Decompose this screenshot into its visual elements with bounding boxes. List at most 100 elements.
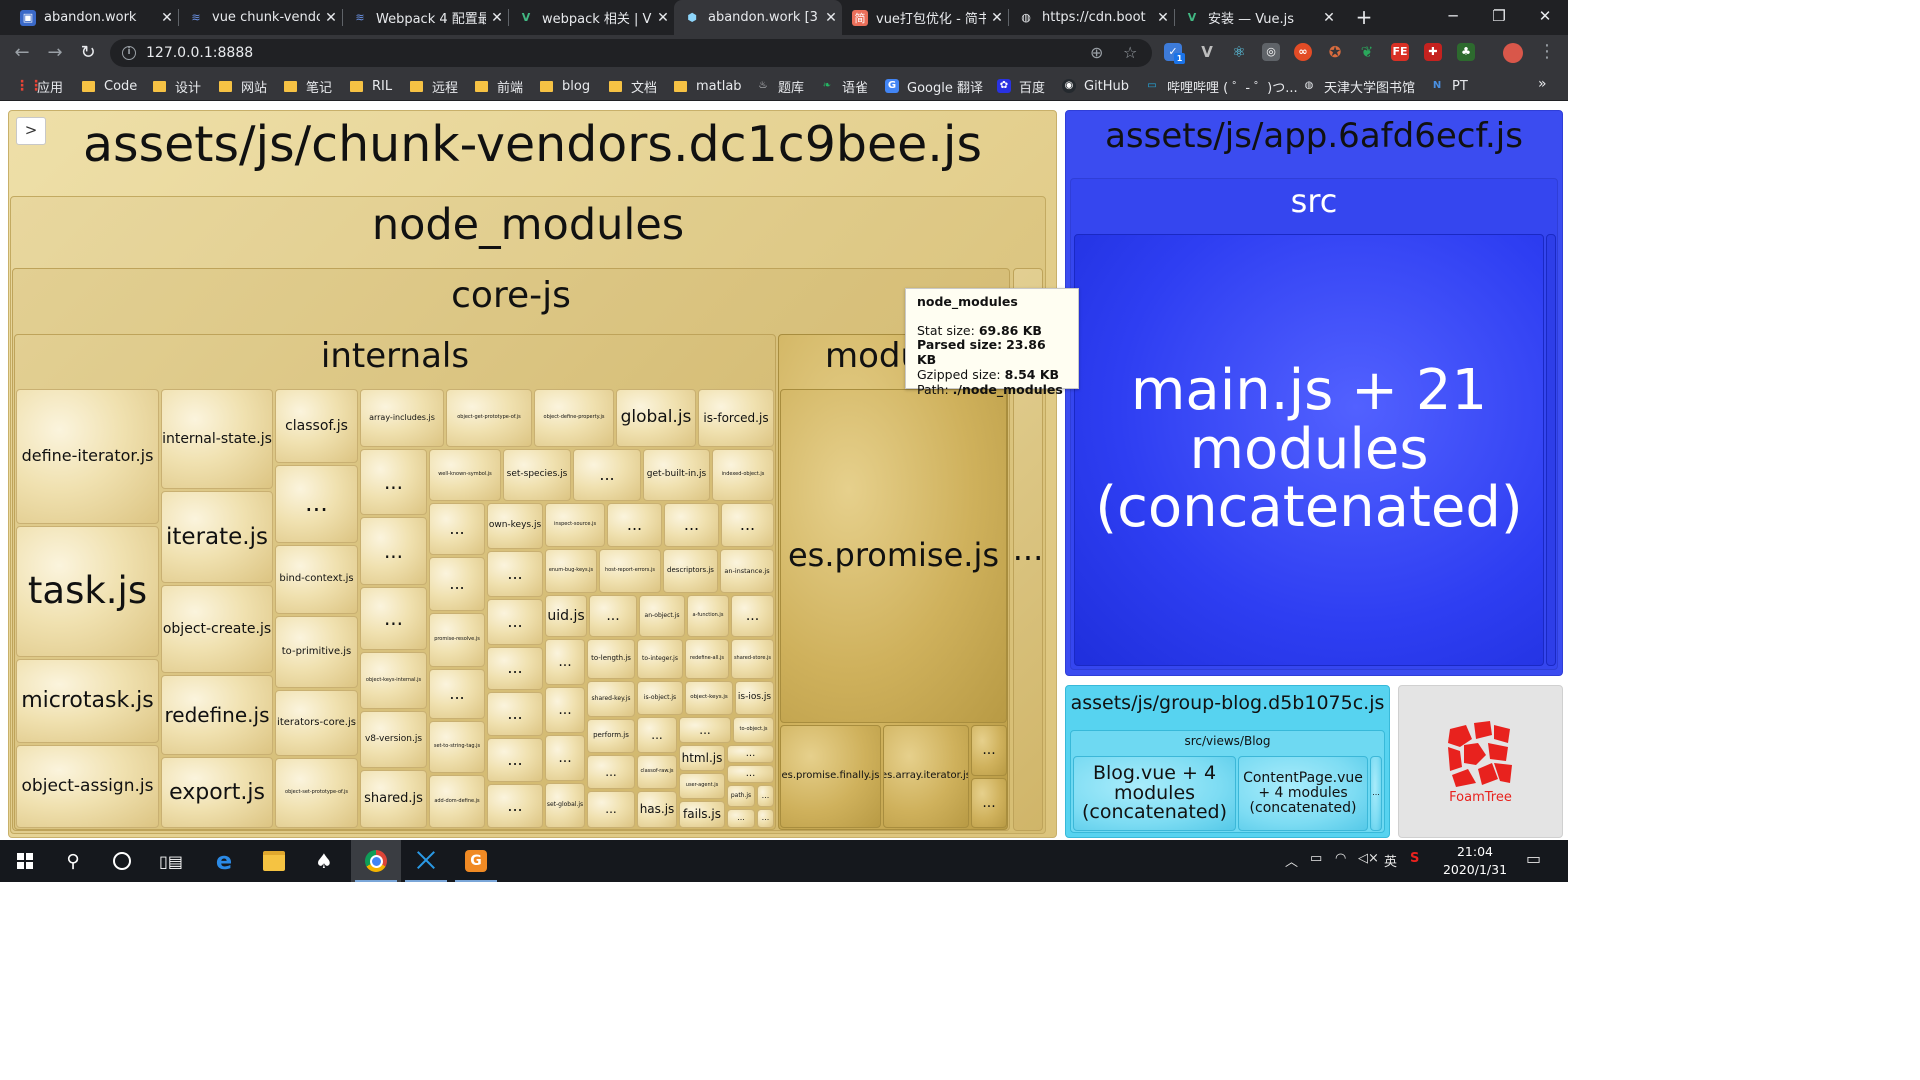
- leaf-to-object[interactable]: to-object.js: [733, 717, 774, 743]
- tab-6[interactable]: ◍ https://cdn.boot ✕: [1008, 0, 1174, 35]
- bookmark-folder-remote[interactable]: 远程: [410, 76, 458, 96]
- leaf-shared-store[interactable]: shared-store.js: [731, 639, 774, 679]
- leaf-export[interactable]: export.js: [161, 757, 273, 828]
- extension-infinity-icon[interactable]: ∞: [1294, 43, 1312, 61]
- leaf-object-set-prototype-of[interactable]: object-set-prototype-of.js: [275, 758, 358, 828]
- sogou-input-icon[interactable]: S: [1410, 851, 1419, 866]
- bookmark-yuque[interactable]: ❧ 语雀: [820, 76, 868, 96]
- leaf-ellipsis[interactable]: ...: [360, 449, 427, 515]
- battery-icon[interactable]: ▭: [1310, 851, 1322, 866]
- bookmark-folder-docs[interactable]: 文档: [609, 76, 657, 96]
- bookmark-bilibili[interactable]: ▭ 哔哩哔哩 ( ゜- ゜)つ...: [1145, 76, 1297, 96]
- leaf-get-built-in[interactable]: get-built-in.js: [643, 449, 710, 501]
- app-main-cell[interactable]: main.js + 21 modules (concatenated): [1074, 234, 1544, 666]
- extension-red-icon[interactable]: ✚: [1424, 43, 1442, 61]
- leaf-ellipsis[interactable]: ...: [429, 669, 485, 719]
- leaf-v8-version[interactable]: v8-version.js: [360, 711, 427, 768]
- bookmark-folder-frontend[interactable]: 前端: [475, 76, 523, 96]
- leaf-ellipsis[interactable]: ...: [727, 765, 774, 783]
- leaf-task[interactable]: task.js: [16, 526, 159, 657]
- bookmark-star-icon[interactable]: ☆: [1123, 43, 1137, 62]
- leaf-add-dom-define[interactable]: add-dom-define.js: [429, 775, 485, 828]
- profile-avatar[interactable]: [1503, 43, 1523, 63]
- leaf-ellipsis[interactable]: ...: [487, 738, 543, 782]
- leaf-well-known-symbol[interactable]: well-known-symbol.js: [429, 449, 501, 501]
- leaf-redefine-all[interactable]: redefine-all.js: [685, 639, 729, 679]
- leaf-ellipsis[interactable]: ...: [607, 503, 662, 547]
- leaf-html[interactable]: html.js: [679, 745, 725, 771]
- leaf-ellipsis[interactable]: ...: [487, 599, 543, 645]
- leaf-a-function[interactable]: a-function.js: [687, 595, 729, 637]
- es-promise-cell[interactable]: es.promise.js: [780, 389, 1007, 723]
- site-info-icon[interactable]: i: [122, 46, 136, 60]
- leaf-ellipsis[interactable]: ...: [587, 755, 635, 789]
- bookmark-folder-sites[interactable]: 网站: [219, 76, 267, 96]
- zoom-icon[interactable]: ⊕: [1090, 43, 1103, 62]
- leaf-ellipsis[interactable]: ...: [487, 692, 543, 736]
- leaf-ellipsis[interactable]: ...: [275, 465, 358, 543]
- leaf-uid[interactable]: uid.js: [545, 595, 587, 637]
- close-window-button[interactable]: ✕: [1522, 0, 1568, 35]
- bookmark-tju-library[interactable]: ◍ 天津大学图书馆: [1302, 76, 1415, 96]
- vue-devtools-icon[interactable]: V: [1198, 43, 1216, 61]
- bookmark-folder-notes[interactable]: 笔记: [284, 76, 332, 96]
- blog-more-cell[interactable]: ...: [1370, 756, 1382, 831]
- leaf-ellipsis[interactable]: ...: [487, 647, 543, 690]
- bookmark-folder-design[interactable]: 设计: [153, 76, 201, 96]
- leaf-ellipsis[interactable]: ...: [545, 639, 585, 685]
- leaf-path[interactable]: path.js: [727, 785, 755, 807]
- content-page-cell[interactable]: ContentPage.vue + 4 modules (concatenate…: [1238, 756, 1368, 831]
- leaf-ellipsis[interactable]: ...: [664, 503, 719, 547]
- leaf-ellipsis[interactable]: ...: [573, 449, 641, 501]
- close-tab-icon[interactable]: ✕: [1318, 10, 1340, 26]
- es-promise-finally-cell[interactable]: es.promise.finally.js: [780, 725, 881, 828]
- leaf-ellipsis[interactable]: ...: [587, 791, 635, 828]
- leaf-ellipsis[interactable]: ...: [727, 809, 755, 828]
- leaf-ellipsis[interactable]: ...: [429, 557, 485, 611]
- leaf-ellipsis[interactable]: ...: [757, 785, 774, 807]
- leaf-promise-resolve[interactable]: promise-resolve.js: [429, 613, 485, 667]
- leaf-to-primitive[interactable]: to-primitive.js: [275, 616, 358, 688]
- close-tab-icon[interactable]: ✕: [156, 10, 178, 26]
- close-tab-icon[interactable]: ✕: [652, 10, 674, 26]
- bookmark-apps[interactable]: ⋮⋮ 应用: [15, 76, 63, 96]
- taskbar-clock[interactable]: 21:04 2020/1/31: [1430, 843, 1520, 879]
- leaf-descriptors[interactable]: descriptors.js: [663, 549, 718, 593]
- leaf-user-agent[interactable]: user-agent.js: [679, 773, 725, 799]
- bookmarks-overflow-button[interactable]: »: [1538, 76, 1547, 92]
- tab-5[interactable]: 简 vue打包优化 - 简书 ✕: [842, 0, 1008, 35]
- leaf-set-species[interactable]: set-species.js: [503, 449, 571, 501]
- leaf-ellipsis[interactable]: ...: [731, 595, 774, 637]
- leaf-ellipsis[interactable]: ...: [360, 587, 427, 650]
- leaf-has[interactable]: has.js: [637, 791, 677, 828]
- sidebar-toggle-button[interactable]: >: [16, 117, 46, 145]
- tab-4-active[interactable]: ⬢ abandon.work [3 ✕: [674, 0, 842, 35]
- restore-button[interactable]: ❐: [1476, 0, 1522, 35]
- leaf-define-iterator[interactable]: define-iterator.js: [16, 389, 159, 524]
- leaf-is-object[interactable]: is-object.js: [637, 681, 683, 715]
- leaf-shared-key[interactable]: shared-key.js: [587, 681, 635, 717]
- reload-button[interactable]: ↻: [76, 41, 100, 65]
- url-text[interactable]: 127.0.0.1:8888: [146, 45, 253, 61]
- leaf-an-object[interactable]: an-object.js: [639, 595, 685, 637]
- leaf-object-create[interactable]: object-create.js: [161, 585, 273, 673]
- extension-green-icon[interactable]: ♣: [1457, 43, 1475, 61]
- solitaire-icon[interactable]: ♠: [299, 840, 349, 882]
- bookmark-google-translate[interactable]: G Google 翻译: [885, 76, 983, 96]
- bookmark-folder-code[interactable]: Code: [82, 76, 137, 96]
- extension-owl-icon[interactable]: ✪: [1326, 43, 1344, 61]
- task-view-icon[interactable]: ▯▤: [146, 840, 196, 882]
- leaf-host-report-errors[interactable]: host-report-errors.js: [599, 549, 661, 593]
- leaf-global[interactable]: global.js: [616, 389, 696, 447]
- leaf-ellipsis[interactable]: ...: [429, 503, 485, 555]
- leaf-microtask[interactable]: microtask.js: [16, 659, 159, 743]
- file-explorer-icon[interactable]: [249, 840, 299, 882]
- leaf-ellipsis[interactable]: ...: [589, 595, 637, 637]
- close-tab-icon[interactable]: ✕: [486, 10, 508, 26]
- leaf-iterate[interactable]: iterate.js: [161, 491, 273, 583]
- edge-icon[interactable]: e: [199, 840, 249, 882]
- bookmark-tiku[interactable]: ♨ 题库: [756, 76, 805, 96]
- leaf-an-instance[interactable]: an-instance.js: [720, 549, 774, 593]
- leaf-redefine[interactable]: redefine.js: [161, 675, 273, 755]
- leaf-iterators-core[interactable]: iterators-core.js: [275, 690, 358, 756]
